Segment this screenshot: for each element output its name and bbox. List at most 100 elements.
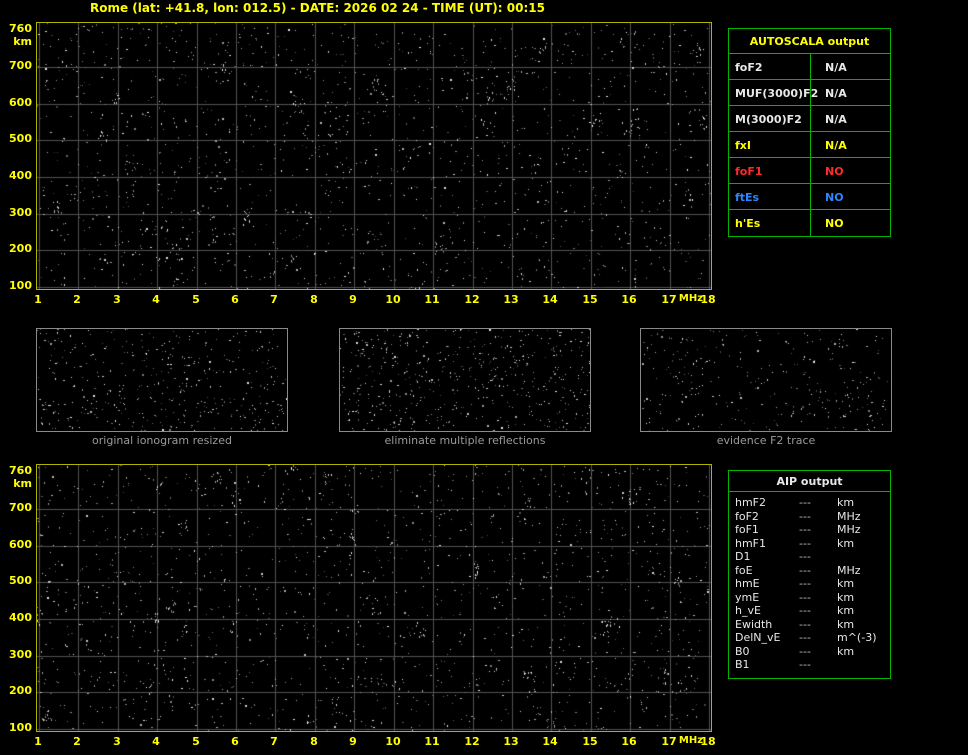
aip-y-tick-label: 200 — [9, 684, 32, 697]
aip-parameter-name: Ewidth — [735, 617, 773, 631]
main-ionogram-plot — [36, 22, 712, 290]
aip-x-tick-label: 14 — [542, 735, 558, 748]
aip-x-tick-label: 4 — [152, 735, 160, 748]
autoscala-row: ftEs NO — [729, 184, 890, 210]
aip-parameter-unit: MHz — [837, 563, 861, 577]
aip-x-tick-label: 16 — [621, 735, 637, 748]
aip-ionogram-canvas — [37, 465, 711, 731]
thumbnail-f2-trace-canvas — [641, 329, 891, 431]
aip-x-tick-label: 10 — [385, 735, 401, 748]
autoscala-parameter-name: foF1 — [729, 158, 811, 183]
autoscala-row: M(3000)F2 N/A — [729, 106, 890, 132]
aip-y-tick-label: 600 — [9, 538, 32, 551]
station-date-time-title: Rome (lat: +41.8, lon: 012.5) - DATE: 20… — [90, 1, 545, 15]
aip-row: ymE --- km — [735, 591, 890, 605]
aip-parameter-name: hmE — [735, 577, 760, 590]
aip-parameter-unit: km — [837, 496, 855, 509]
aip-parameter-unit — [837, 658, 890, 672]
main-x-tick-label: 14 — [542, 293, 558, 306]
autoscala-parameter-value: N/A — [825, 61, 847, 74]
aip-row: DelN_vE --- m^(-3) — [735, 631, 890, 645]
main-x-tick-label: 9 — [349, 293, 357, 306]
aip-x-tick-label: 8 — [310, 735, 318, 748]
aip-x-tick-label: 3 — [113, 735, 121, 748]
aip-parameter-value: --- — [799, 644, 811, 658]
aip-row: hmE --- km — [735, 577, 890, 591]
main-x-tick-label: 15 — [582, 293, 598, 306]
aip-x-tick-label: 11 — [424, 735, 440, 748]
aip-parameter-unit: MHz — [837, 523, 861, 536]
aip-parameter-name: B1 — [735, 658, 750, 671]
aip-parameter-name: foF2 — [735, 509, 759, 523]
main-ionogram-canvas — [37, 23, 711, 289]
thumbnail-original-ionogram — [36, 328, 288, 432]
aip-parameter-unit: km — [837, 604, 855, 617]
aip-parameter-unit: km — [837, 536, 855, 550]
aip-x-tick-label: 5 — [192, 735, 200, 748]
thumbnail-multiple-reflections-canvas — [340, 329, 590, 431]
aip-y-axis-unit-label: km — [13, 477, 32, 490]
main-y-tick-label: 500 — [9, 132, 32, 145]
main-x-tick-label: 6 — [231, 293, 239, 306]
aip-parameter-name: hmF2 — [735, 496, 767, 509]
aip-x-tick-label: 7 — [270, 735, 278, 748]
aip-y-tick-label: 100 — [9, 721, 32, 734]
aip-x-tick-label: 6 — [231, 735, 239, 748]
aip-row: foF1 --- MHz — [735, 523, 890, 537]
aip-y-tick-label: 400 — [9, 611, 32, 624]
aip-parameter-name: foE — [735, 563, 753, 577]
aip-x-tick-label: 13 — [503, 735, 519, 748]
aip-parameter-value: --- — [799, 658, 811, 671]
main-y-tick-label: 100 — [9, 279, 32, 292]
aip-row: foE --- MHz — [735, 564, 890, 578]
aip-y-axis-max-label: 760 — [9, 464, 32, 477]
autoscala-parameter-name: foF2 — [729, 54, 811, 79]
main-x-tick-label: 11 — [424, 293, 440, 306]
aip-row: D1 --- — [735, 550, 890, 564]
autoscala-parameter-name: MUF(3000)F2 — [729, 80, 818, 105]
main-y-tick-label: 600 — [9, 96, 32, 109]
autoscala-parameter-value: NO — [825, 165, 844, 178]
aip-row: foF2 --- MHz — [735, 510, 890, 524]
aip-ionogram-plot — [36, 464, 712, 732]
main-x-tick-label: 12 — [464, 293, 480, 306]
autoscala-parameter-value: N/A — [825, 113, 847, 126]
thumbnail-original-canvas — [37, 329, 287, 431]
aip-parameter-name: DelN_vE — [735, 631, 781, 644]
aip-parameter-unit: km — [837, 644, 855, 658]
main-x-tick-label: 13 — [503, 293, 519, 306]
main-x-tick-label: 5 — [192, 293, 200, 306]
autoscala-parameter-name: fxI — [729, 132, 811, 157]
thumbnail-caption-multiple-reflections: eliminate multiple reflections — [384, 434, 546, 447]
thumbnail-caption-original: original ionogram resized — [92, 434, 232, 447]
thumbnail-multiple-reflections — [339, 328, 591, 432]
autoscala-parameter-value: NO — [825, 217, 844, 230]
aip-output-table: AIP output hmF2 --- km foF2 --- MHz foF1 --- MHz… — [728, 470, 891, 679]
autoscala-parameter-value: N/A — [825, 87, 847, 100]
autoscala-output-table: AUTOSCALA output foF2 N/A MUF(3000)F2 N/A M(… — [728, 28, 891, 237]
aip-parameter-value: --- — [799, 577, 811, 590]
aip-parameter-value: --- — [799, 509, 811, 523]
aip-x-tick-label: 1 — [34, 735, 42, 748]
aip-x-tick-label: 15 — [582, 735, 598, 748]
aip-parameter-value: --- — [799, 617, 811, 631]
main-y-tick-label: 400 — [9, 169, 32, 182]
main-x-axis-unit-label: MHz — [678, 293, 704, 304]
aip-row: h_vE --- km — [735, 604, 890, 618]
main-y-tick-label: 200 — [9, 242, 32, 255]
aip-parameter-value: --- — [799, 590, 811, 604]
aip-x-tick-label: 9 — [349, 735, 357, 748]
aip-row: B1 --- — [735, 658, 890, 672]
main-x-tick-label: 3 — [113, 293, 121, 306]
main-y-axis-max-label: 760 — [9, 22, 32, 35]
autoscala-parameter-name: h'Es — [729, 210, 811, 236]
aip-parameter-value: --- — [799, 563, 811, 577]
aip-x-axis-unit-label: MHz — [678, 735, 704, 746]
aip-parameter-unit — [837, 550, 890, 564]
autoscala-parameter-value: NO — [825, 191, 844, 204]
aip-y-tick-label: 500 — [9, 574, 32, 587]
aip-parameter-unit: MHz — [837, 509, 861, 523]
aip-parameter-value: --- — [799, 604, 811, 617]
thumbnail-f2-trace — [640, 328, 892, 432]
aip-parameter-name: hmF1 — [735, 536, 767, 550]
